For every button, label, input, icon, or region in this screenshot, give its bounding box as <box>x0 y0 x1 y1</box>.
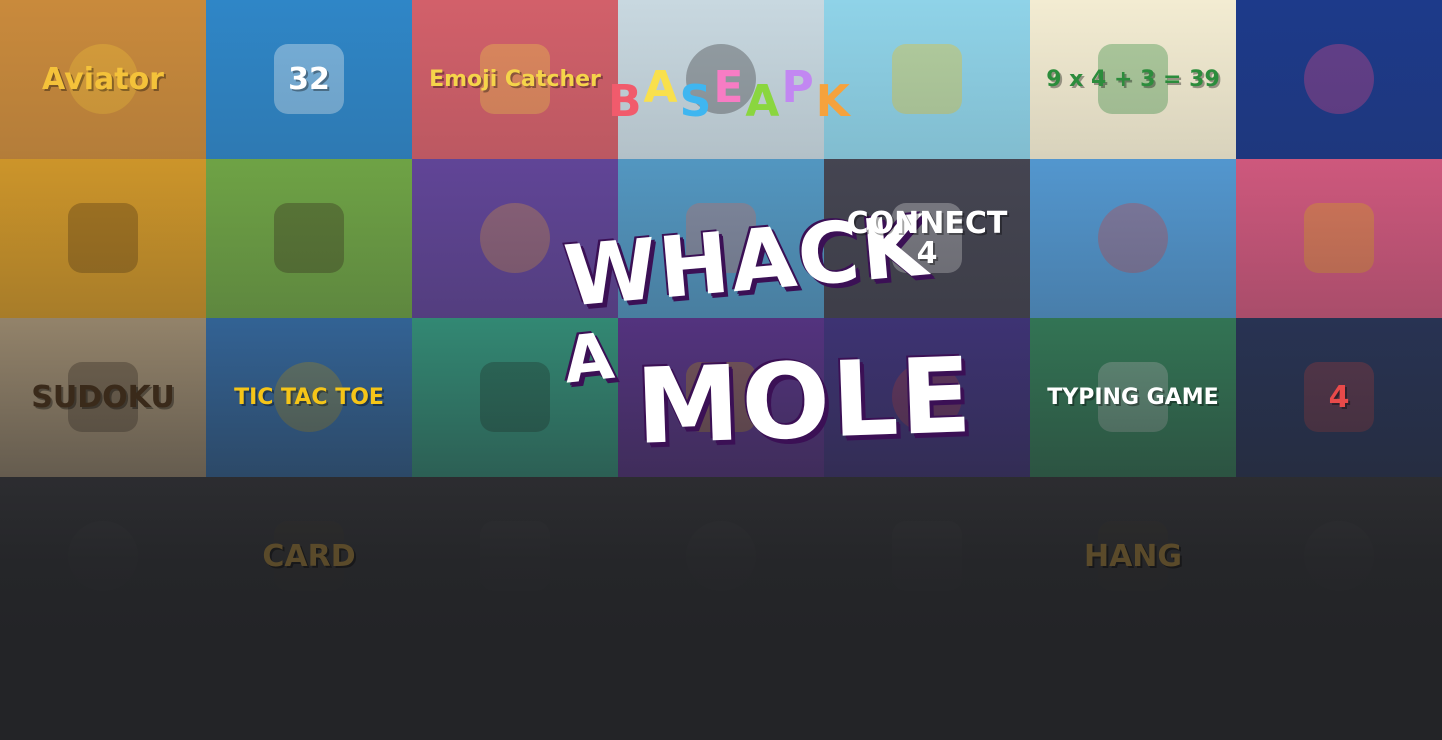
tile-row4-4[interactable] <box>618 477 824 636</box>
shapes-icon <box>1304 44 1374 114</box>
tile-whack-a-mole[interactable] <box>206 159 412 318</box>
tile-label: 32 <box>288 61 330 97</box>
title-word-a: A <box>560 319 620 399</box>
game-splash-screen: Aviator 32 Emoji Catcher 9 x 4 + 3 = 39 CONN… <box>0 0 1442 740</box>
bubbles-icon <box>480 203 550 273</box>
tile-row4-2[interactable]: CARD <box>206 477 412 636</box>
brand-letter: E <box>713 62 744 113</box>
cube-icon <box>1304 203 1374 273</box>
tile-label: CARD <box>262 538 356 574</box>
hangman-icon <box>68 203 138 273</box>
tile-typing-game[interactable]: TYPING GAME <box>1030 318 1236 477</box>
tile-flappy[interactable] <box>824 0 1030 159</box>
brand-letter: P <box>781 62 814 113</box>
title-word-mole: MOLE <box>633 334 976 468</box>
tile-aviator[interactable]: Aviator <box>0 0 206 159</box>
tile-four-in-row[interactable]: 4 <box>1236 318 1442 477</box>
brand-letter: A <box>643 62 678 113</box>
tile-label: TIC TAC TOE <box>234 384 384 410</box>
tile-row4-6[interactable]: HANG <box>1030 477 1236 636</box>
brand-letter: A <box>745 76 780 127</box>
game-icon <box>686 521 756 591</box>
tile-label: Emoji Catcher <box>429 66 601 92</box>
tile-label: HANG <box>1083 538 1183 574</box>
game-icon <box>892 521 962 591</box>
bird-icon <box>892 44 962 114</box>
tile-shapes[interactable] <box>1236 0 1442 159</box>
tile-row4-7[interactable] <box>1236 477 1442 636</box>
brand-letter: K <box>815 76 850 127</box>
maze-icon <box>480 362 550 432</box>
tile-emoji-catcher[interactable]: Emoji Catcher <box>412 0 618 159</box>
brand-letter: S <box>679 76 712 127</box>
tile-label: 9 x 4 + 3 = 39 <box>1046 66 1220 92</box>
tile-tic-tac-toe[interactable]: TIC TAC TOE <box>206 318 412 477</box>
tile-hangman[interactable] <box>0 159 206 318</box>
tile-row4-1[interactable] <box>0 477 206 636</box>
tile-label: TYPING GAME <box>1047 384 1219 410</box>
game-icon <box>68 521 138 591</box>
tile-math-game[interactable]: 9 x 4 + 3 = 39 <box>1030 0 1236 159</box>
tile-label: Aviator <box>42 61 164 97</box>
tile-row4-5[interactable] <box>824 477 1030 636</box>
game-icon <box>480 521 550 591</box>
tile-row4-3[interactable] <box>412 477 618 636</box>
tile-label: CONNECT 4 <box>846 205 1008 271</box>
blocks-icon <box>1098 203 1168 273</box>
tile-stack-blocks[interactable] <box>1030 159 1236 318</box>
tile-2048-balls[interactable]: 32 <box>206 0 412 159</box>
mole-icon <box>274 203 344 273</box>
brand-logo[interactable]: BASEAPK <box>608 62 852 127</box>
tile-sudoku[interactable]: SUDOKU <box>0 318 206 477</box>
game-icon <box>1304 521 1374 591</box>
tile-label: 4 <box>1328 379 1350 415</box>
brand-letter: B <box>608 76 642 127</box>
tile-label: SUDOKU <box>31 379 175 415</box>
tile-zigzag[interactable] <box>1236 159 1442 318</box>
